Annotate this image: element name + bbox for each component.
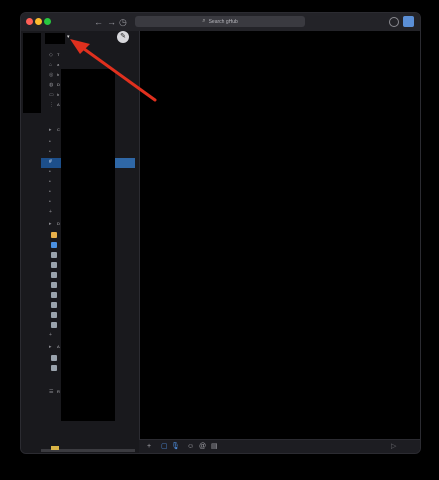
add-channel-icon[interactable]: + — [49, 209, 52, 215]
dm-avatar[interactable] — [51, 292, 57, 298]
channel-list-panel — [61, 69, 115, 421]
app-item-icon[interactable] — [51, 355, 57, 361]
title-bar: ← → ◷ ⌕ Search gHub — [21, 13, 420, 31]
more-icon[interactable]: ⋮ — [49, 102, 54, 108]
plus-icon[interactable]: + — [147, 442, 151, 452]
drafts-icon[interactable]: ◍ — [49, 82, 53, 88]
dm-avatar[interactable] — [51, 322, 57, 328]
search-placeholder: Search gHub — [208, 18, 238, 25]
list-icon[interactable]: ☰ — [49, 389, 53, 395]
dm-section-caret-icon[interactable]: ▸ — [49, 221, 52, 227]
minimize-window-button[interactable] — [35, 18, 42, 25]
add-dm-icon[interactable]: + — [49, 332, 52, 338]
channel-item-icon[interactable]: • — [49, 139, 51, 145]
sidebar-item-label: a — [57, 62, 60, 67]
channels-section-caret-icon[interactable]: ▸ — [49, 127, 52, 133]
workspace-name[interactable] — [45, 33, 65, 44]
chevron-down-icon[interactable]: ▾ — [67, 34, 70, 40]
dm-avatar[interactable] — [51, 312, 57, 318]
emoji-icon[interactable]: ☺ — [187, 442, 194, 452]
dm-avatar[interactable] — [51, 252, 57, 258]
compose-button[interactable]: ✎ — [117, 31, 129, 43]
sidebar-item-label: T — [57, 52, 60, 57]
send-icon[interactable]: ▷ — [391, 442, 396, 450]
message-pane — [139, 31, 420, 439]
dm-avatar[interactable] — [51, 302, 57, 308]
channels-section-label: C — [57, 127, 60, 132]
app-window: ← → ◷ ⌕ Search gHub ▾ ✎ ◇ ⌂ ◎ ◍ ▭ ⋮ T a … — [20, 12, 421, 454]
sidebar-item-label: D — [57, 82, 60, 87]
microphone-icon[interactable]: 🎙 — [171, 442, 180, 452]
search-input[interactable]: ⌕ Search gHub — [135, 16, 305, 27]
channel-item-icon[interactable]: # — [49, 159, 52, 165]
channel-item-icon[interactable]: • — [49, 149, 51, 155]
search-icon: ⌕ — [202, 18, 206, 24]
close-window-button[interactable] — [26, 18, 33, 25]
dm-avatar[interactable] — [51, 272, 57, 278]
sidebar-item-label: R — [57, 389, 60, 394]
activity-icon[interactable]: ◎ — [49, 72, 53, 78]
dm-avatar[interactable] — [51, 262, 57, 268]
zoom-window-button[interactable] — [44, 18, 51, 25]
dm-avatar[interactable] — [51, 242, 57, 248]
avatar[interactable] — [403, 16, 414, 27]
dm-avatar[interactable] — [51, 232, 57, 238]
app-item-icon[interactable] — [51, 365, 57, 371]
apps-section-caret-icon[interactable]: ▸ — [49, 344, 52, 350]
dm-section-label: D — [57, 221, 60, 226]
sidebar-item-label: A — [57, 102, 60, 107]
dm-avatar[interactable] — [51, 282, 57, 288]
workspace-rail — [23, 33, 41, 113]
message-composer-toolbar: + ▢ 🎙 ☺ @ ▤ ▷ — [139, 439, 420, 453]
threads-icon[interactable]: ◇ — [49, 52, 53, 58]
apps-section-label: A — [57, 344, 60, 349]
sidebar: ▾ ✎ ◇ ⌂ ◎ ◍ ▭ ⋮ T a b D b A ▸ C • • # • … — [21, 31, 139, 453]
channel-item-icon[interactable]: • — [49, 169, 51, 175]
history-icon[interactable]: ◷ — [119, 16, 127, 28]
sidebar-item-label: b — [57, 72, 60, 77]
status-indicator — [51, 446, 59, 450]
bookmarks-icon[interactable]: ▭ — [49, 92, 54, 98]
sidebar-item-label: b — [57, 92, 60, 97]
home-icon[interactable]: ⌂ — [49, 62, 52, 68]
channel-item-icon[interactable]: • — [49, 189, 51, 195]
channel-item-icon[interactable]: • — [49, 179, 51, 185]
selection-highlight — [115, 158, 135, 168]
back-arrow-icon[interactable]: ← — [94, 16, 103, 28]
mention-icon[interactable]: @ — [199, 442, 206, 452]
forward-arrow-icon[interactable]: → — [107, 16, 116, 28]
channel-item-icon[interactable]: • — [49, 199, 51, 205]
video-icon[interactable]: ▢ — [161, 442, 168, 452]
help-icon[interactable] — [389, 17, 399, 27]
formatting-icon[interactable]: ▤ — [211, 442, 218, 452]
